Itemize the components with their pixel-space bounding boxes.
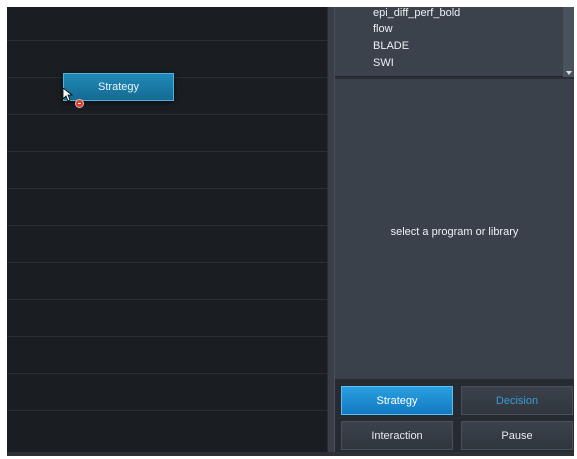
decision-button[interactable]: Decision [461, 386, 573, 415]
lane-divider [7, 299, 327, 300]
status-strip [7, 452, 574, 456]
action-buttons: Strategy Decision Interaction Pause [335, 379, 574, 452]
program-list: epi_diff_perf_bold flow BLADE SWI [335, 7, 574, 77]
strategy-button[interactable]: Strategy [341, 386, 453, 415]
lane-divider [7, 114, 327, 115]
panel-splitter[interactable] [327, 7, 335, 452]
list-item[interactable]: flow [373, 23, 393, 35]
detail-panel: select a program or library [335, 79, 574, 379]
remove-icon[interactable] [75, 99, 84, 108]
scroll-down-icon[interactable] [566, 71, 572, 75]
empty-state-message: select a program or library [390, 226, 519, 238]
list-item[interactable]: BLADE [373, 40, 409, 52]
lane-divider [7, 262, 327, 263]
lane-divider [7, 336, 327, 337]
lane-divider [7, 40, 327, 41]
list-item[interactable]: epi_diff_perf_bold [373, 7, 460, 19]
cursor-arrow-icon [63, 88, 73, 102]
lane-divider [7, 373, 327, 374]
workflow-editor: Strategy epi_diff_perf_bold flow BLADE S… [7, 7, 574, 452]
strategy-canvas[interactable]: Strategy [7, 7, 327, 452]
pause-button[interactable]: Pause [461, 421, 573, 450]
lane-divider [7, 410, 327, 411]
lane-divider [7, 151, 327, 152]
right-panel: epi_diff_perf_bold flow BLADE SWI select… [335, 7, 574, 452]
strategy-node[interactable]: Strategy [63, 73, 174, 101]
lane-divider [7, 188, 327, 189]
interaction-button[interactable]: Interaction [341, 421, 453, 450]
list-scrollbar[interactable] [563, 7, 574, 77]
lane-divider [7, 225, 327, 226]
list-item[interactable]: SWI [373, 57, 394, 69]
